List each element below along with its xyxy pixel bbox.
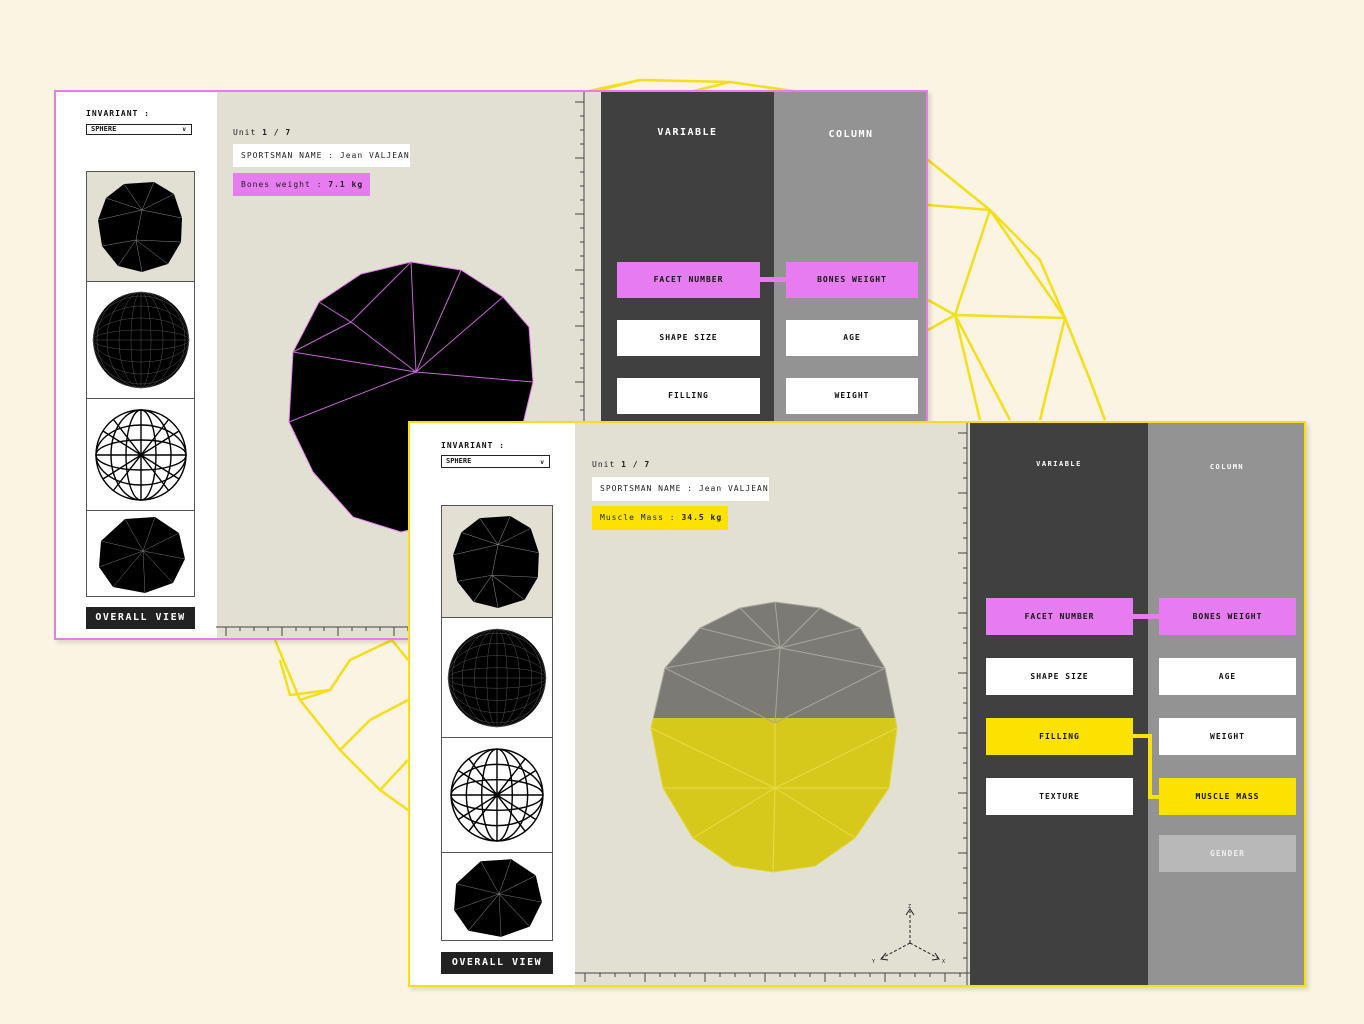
faceted-polyhedron-icon <box>453 858 543 937</box>
low-poly-sphere-icon <box>97 181 182 272</box>
column-header: COLUMN <box>828 129 874 140</box>
overall-view-button[interactable]: OVERALL VIEW <box>86 607 195 629</box>
faceted-polyhedron-icon <box>98 516 185 593</box>
invariant-label: INVARIANT : <box>441 441 505 450</box>
thumbnail-geodesic-sphere[interactable] <box>87 399 194 511</box>
thumbnail-dense-sphere[interactable] <box>87 282 194 399</box>
chevron-down-icon: v <box>182 126 186 133</box>
mapping-connector-yellow <box>1132 734 1164 799</box>
variable-header: VARIABLE <box>657 127 718 138</box>
mapping-connector-pink <box>1133 614 1160 619</box>
column-age[interactable]: AGE <box>1159 658 1296 695</box>
variable-filling[interactable]: FILLING <box>617 378 760 414</box>
shape-select[interactable]: SPHERE v <box>86 124 192 135</box>
column-muscle-mass[interactable]: MUSCLE MASS <box>1159 778 1296 815</box>
sidebar: INVARIANT : SPHERE v OVERALL VIEW <box>410 423 575 985</box>
column-weight[interactable]: WEIGHT <box>1159 718 1296 755</box>
thumbnail-faceted-polyhedron[interactable] <box>442 853 552 942</box>
canvas-ruler <box>575 423 970 985</box>
shape-select-value: SPHERE <box>91 125 117 133</box>
shape-thumbnail-list <box>86 171 195 597</box>
shape-select[interactable]: SPHERE v <box>441 455 550 468</box>
geodesic-wireframe-sphere-icon <box>94 408 187 501</box>
variable-header: VARIABLE <box>1036 460 1082 468</box>
geodesic-wireframe-sphere-icon <box>450 748 544 842</box>
mapping-connector <box>760 277 786 282</box>
overall-view-button[interactable]: OVERALL VIEW <box>441 952 553 974</box>
shape-thumbnail-list <box>441 505 553 941</box>
variable-shape-size[interactable]: SHAPE SIZE <box>986 658 1133 695</box>
thumbnail-dense-sphere[interactable] <box>442 618 552 738</box>
thumbnail-low-poly-sphere[interactable] <box>87 172 194 282</box>
dense-wireframe-sphere-icon <box>92 291 189 389</box>
chevron-down-icon: v <box>540 459 544 466</box>
sidebar: INVARIANT : SPHERE v OVERALL VIEW <box>56 92 217 638</box>
column-gender[interactable]: GENDER <box>1159 835 1296 872</box>
thumbnail-geodesic-sphere[interactable] <box>442 738 552 853</box>
variable-facet-number[interactable]: FACET NUMBER <box>986 598 1133 635</box>
dense-wireframe-sphere-icon <box>447 628 547 727</box>
variable-filling[interactable]: FILLING <box>986 718 1133 755</box>
column-weight[interactable]: WEIGHT <box>786 378 918 414</box>
column-bones-weight[interactable]: BONES WEIGHT <box>1159 598 1296 635</box>
low-poly-sphere-icon <box>453 515 539 608</box>
column-age[interactable]: AGE <box>786 320 918 356</box>
variable-facet-number[interactable]: FACET NUMBER <box>617 262 760 298</box>
thumbnail-low-poly-sphere[interactable] <box>442 506 552 618</box>
column-column: COLUMN BONES WEIGHT AGE WEIGHT MUSCLE MA… <box>1148 423 1304 985</box>
thumbnail-faceted-polyhedron[interactable] <box>87 511 194 598</box>
invariant-label: INVARIANT : <box>86 109 150 118</box>
variable-column: VARIABLE FACET NUMBER SHAPE SIZE FILLING… <box>970 423 1148 985</box>
variable-texture[interactable]: TEXTURE <box>986 778 1133 815</box>
column-header: COLUMN <box>1209 463 1245 471</box>
column-bones-weight[interactable]: BONES WEIGHT <box>786 262 918 298</box>
shape-select-value: SPHERE <box>446 457 472 465</box>
window-muscle-mass: INVARIANT : SPHERE v OVERALL VIEW Unit 1… <box>408 421 1306 987</box>
variable-shape-size[interactable]: SHAPE SIZE <box>617 320 760 356</box>
